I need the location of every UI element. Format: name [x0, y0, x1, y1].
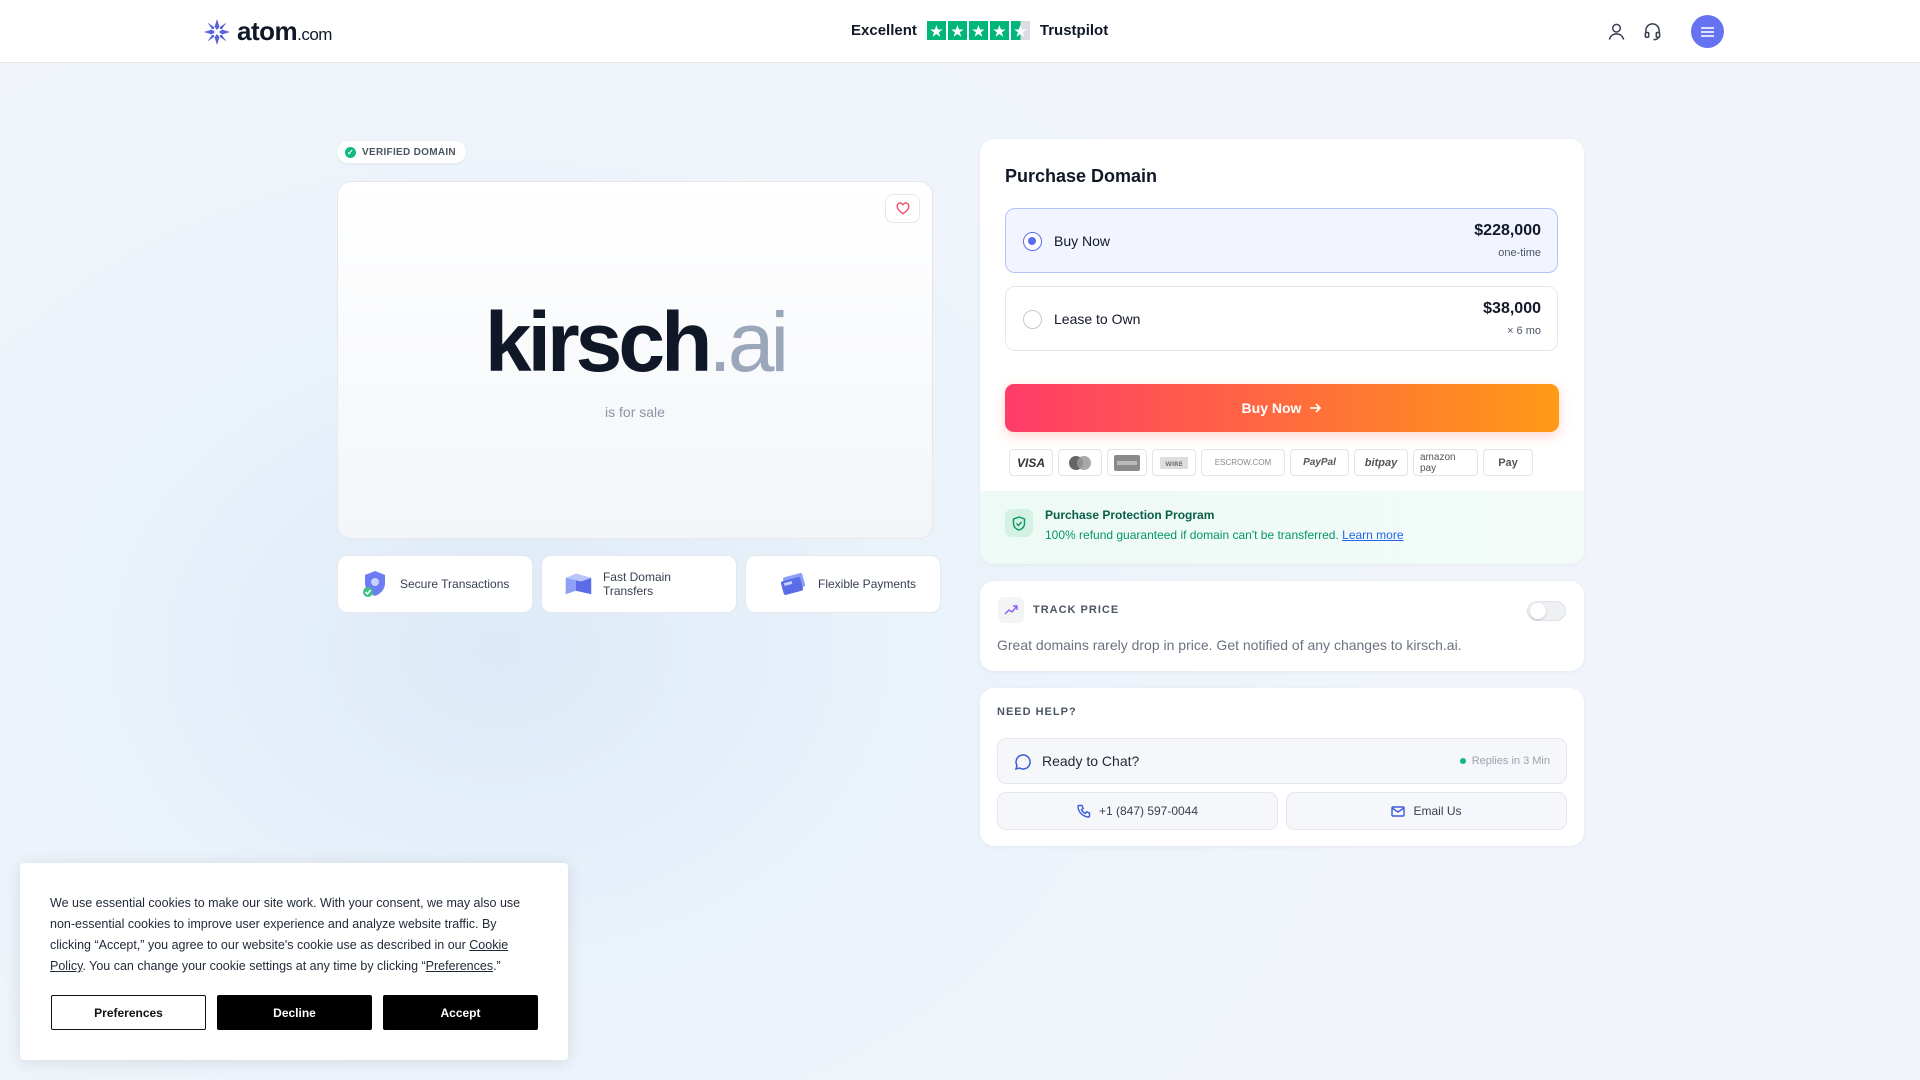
phone-number: +1 (847) 597-0044: [1098, 804, 1199, 818]
shield-check-icon: [1005, 509, 1033, 537]
chat-bubble-icon: [1014, 754, 1031, 771]
option-buy-now[interactable]: Buy Now $228,000 one-time: [1005, 208, 1558, 273]
track-price-description: Great domains rarely drop in price. Get …: [997, 637, 1462, 653]
arrow-right-icon: [1310, 403, 1322, 413]
buy-button-label: Buy Now: [1241, 400, 1302, 416]
email-button[interactable]: Email Us: [1286, 792, 1567, 830]
transfer-icon: [565, 573, 592, 595]
star-icon: ★: [968, 21, 988, 40]
option-subtext: one-time: [1498, 247, 1541, 259]
card-icon: [780, 573, 806, 595]
amex-icon: [1107, 449, 1147, 476]
feature-label: Fast Domain Transfers: [602, 570, 671, 598]
shield-icon: [363, 571, 385, 597]
logo-text: atom.com: [237, 16, 332, 46]
decline-button[interactable]: Decline: [217, 995, 372, 1030]
email-label: Email Us: [1413, 804, 1462, 818]
mail-icon: [1391, 805, 1406, 817]
mastercard-icon: [1058, 449, 1102, 476]
protection-title: Purchase Protection Program: [1045, 508, 1215, 522]
trending-up-icon: [998, 597, 1024, 623]
option-price: $228,000: [1474, 222, 1541, 239]
option-subtext: × 6 mo: [1507, 325, 1541, 337]
domain-name: kirsch.ai: [484, 295, 789, 389]
feature-label: Flexible Payments: [818, 577, 917, 591]
feature-secure: Secure Transactions: [337, 555, 533, 613]
rating-stars: ★ ★ ★ ★ ★: [926, 21, 1030, 40]
feature-label: Secure Transactions: [400, 577, 510, 591]
atom-logo-icon: [204, 18, 230, 45]
purchase-title: Purchase Domain: [1005, 166, 1158, 186]
help-panel: NEED HELP? Ready to Chat? Replies in 3 M…: [980, 688, 1584, 846]
trustpilot-rating[interactable]: Excellent ★ ★ ★ ★ ★ Trustpilot: [851, 21, 1108, 40]
preferences-button[interactable]: Preferences: [51, 995, 206, 1030]
track-price-toggle[interactable]: [1527, 601, 1566, 621]
feature-list: Secure Transactions Fast Domain Transfer…: [337, 555, 941, 613]
menu-button[interactable]: [1691, 15, 1724, 48]
feature-payments: Flexible Payments: [745, 555, 941, 613]
track-price-title: TRACK PRICE: [1033, 604, 1120, 616]
menu-icon: [1701, 26, 1714, 37]
learn-more-link[interactable]: Learn more: [1342, 528, 1403, 542]
user-icon[interactable]: [1605, 21, 1627, 43]
trust-label: Excellent: [851, 22, 917, 39]
option-price: $38,000: [1483, 300, 1541, 317]
purchase-protection: Purchase Protection Program 100% refund …: [980, 491, 1584, 564]
radio-button[interactable]: [1023, 232, 1042, 251]
for-sale-text: is for sale: [605, 404, 665, 420]
check-icon: ✓: [345, 146, 356, 158]
amazon-pay-icon: amazon pay: [1413, 449, 1478, 476]
option-label: Buy Now: [1054, 233, 1111, 249]
logo[interactable]: atom.com: [203, 16, 332, 47]
phone-icon: [1077, 804, 1091, 818]
paypal-icon: PayPal: [1290, 449, 1349, 476]
payment-methods: VISA WIRE ESCROW.COM PayPal bitpay amazo…: [1009, 449, 1533, 476]
chat-button[interactable]: Ready to Chat? Replies in 3 Min: [997, 738, 1567, 784]
trust-brand: Trustpilot: [1039, 22, 1109, 39]
radio-button[interactable]: [1023, 310, 1042, 329]
favorite-button[interactable]: [885, 194, 920, 223]
headset-icon[interactable]: [1641, 21, 1663, 43]
star-icon: ★: [926, 21, 946, 40]
option-lease-to-own[interactable]: Lease to Own $38,000 × 6 mo: [1005, 286, 1558, 351]
half-star-icon: ★: [1010, 21, 1030, 40]
chat-status: Replies in 3 Min: [1459, 755, 1550, 767]
bitpay-icon: bitpay: [1354, 449, 1408, 476]
help-title: NEED HELP?: [997, 706, 1077, 718]
track-price-panel: TRACK PRICE Great domains rarely drop in…: [980, 581, 1584, 671]
accept-button[interactable]: Accept: [383, 995, 538, 1030]
feature-transfers: Fast Domain Transfers: [541, 555, 737, 613]
wire-transfer-icon: WIRE: [1152, 449, 1196, 476]
visa-icon: VISA: [1009, 449, 1053, 476]
protection-text: 100% refund guaranteed if domain can't b…: [1045, 528, 1404, 542]
site-header: atom.com Excellent ★ ★ ★ ★ ★ Trustpilot: [0, 0, 1920, 63]
online-dot: [1459, 758, 1466, 764]
phone-button[interactable]: +1 (847) 597-0044: [997, 792, 1278, 830]
buy-now-button[interactable]: Buy Now: [1005, 384, 1559, 432]
option-label: Lease to Own: [1054, 311, 1141, 327]
svg-text:WIRE: WIRE: [1165, 461, 1183, 468]
domain-card: kirsch.ai is for sale: [337, 181, 933, 539]
preferences-link[interactable]: Preferences: [426, 959, 493, 973]
purchase-panel: Purchase Domain Buy Now $228,000 one-tim…: [980, 139, 1584, 564]
escrow-icon: ESCROW.COM: [1201, 449, 1285, 476]
cookie-text: We use essential cookies to make our sit…: [50, 896, 521, 973]
star-icon: ★: [947, 21, 967, 40]
star-icon: ★: [989, 21, 1009, 40]
heart-icon: [896, 202, 909, 215]
header-actions: [1605, 15, 1724, 48]
verified-badge-label: VERIFIED DOMAIN: [362, 146, 456, 158]
chat-label: Ready to Chat?: [1042, 753, 1140, 769]
apple-pay-icon: Pay: [1483, 449, 1533, 476]
verified-domain-badge: ✓ VERIFIED DOMAIN: [337, 141, 466, 163]
cookie-banner: We use essential cookies to make our sit…: [20, 863, 568, 1060]
